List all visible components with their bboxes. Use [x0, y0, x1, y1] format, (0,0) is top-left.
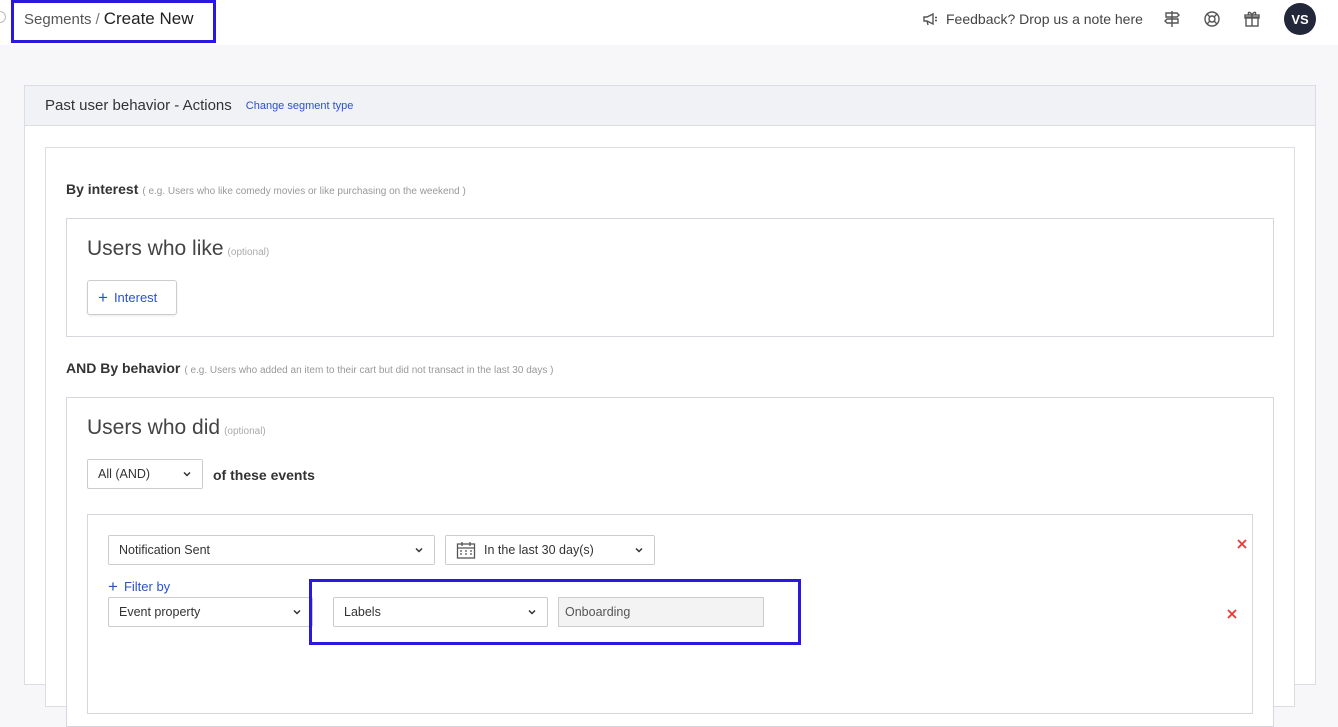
event-name-value: Notification Sent — [119, 543, 211, 557]
gift-icon[interactable] — [1243, 10, 1261, 28]
behavior-section-label: AND By behavior( e.g. Users who added an… — [66, 360, 553, 376]
time-range-select[interactable]: In the last 30 day(s) — [445, 535, 655, 565]
interest-label: By interest — [66, 181, 139, 197]
remove-filter-icon[interactable] — [1226, 608, 1238, 620]
optional-label: (optional) — [227, 247, 270, 258]
breadcrumb: Segments / Create New — [24, 9, 193, 29]
plus-icon: + — [98, 288, 108, 307]
optional-label: (optional) — [224, 426, 266, 437]
segment-type-title: Past user behavior - Actions — [45, 97, 232, 114]
breadcrumb-separator: / — [95, 11, 100, 28]
time-range-value: In the last 30 day(s) — [484, 543, 594, 557]
collapse-handle-icon[interactable] — [0, 11, 6, 23]
chevron-down-icon — [183, 471, 191, 477]
calendar-icon — [456, 542, 476, 559]
users-who-did-box: Users who did (optional) All (AND) of the… — [66, 397, 1274, 727]
behavior-hint: ( e.g. Users who added an item to their … — [184, 365, 554, 376]
chevron-down-icon — [415, 547, 423, 553]
add-interest-label: Interest — [113, 290, 158, 305]
event-condition-box: Notification Sent In the last 30 day(s) … — [87, 514, 1253, 714]
match-mode-select[interactable]: All (AND) — [87, 459, 203, 489]
interest-hint: ( e.g. Users who like comedy movies or l… — [142, 186, 466, 197]
plus-icon: + — [108, 577, 118, 596]
users-who-like-title: Users who like (optional) — [87, 237, 269, 261]
segment-builder: By interest( e.g. Users who like comedy … — [45, 147, 1295, 727]
filter-type-select[interactable]: Event property — [108, 597, 313, 627]
users-who-did-title: Users who did (optional) — [87, 416, 266, 440]
change-segment-type-link[interactable]: Change segment type — [246, 100, 354, 112]
event-property-value: Labels — [344, 605, 381, 619]
top-bar: Segments / Create New Feedback? Drop us a … — [0, 0, 1338, 45]
interest-section-label: By interest( e.g. Users who like comedy … — [66, 181, 466, 197]
event-property-select[interactable]: Labels — [333, 597, 548, 627]
filter-by-label: Filter by — [123, 579, 171, 594]
chevron-down-icon — [635, 547, 643, 553]
feedback-label: Feedback? Drop us a note here — [946, 11, 1143, 27]
card-header: Past user behavior - Actions Change segm… — [25, 86, 1315, 126]
add-interest-button[interactable]: + Interest — [87, 280, 177, 315]
avatar[interactable]: VS — [1284, 3, 1316, 35]
remove-event-icon[interactable] — [1236, 538, 1248, 550]
page-title: Create New — [103, 9, 194, 28]
chevron-down-icon — [293, 609, 301, 615]
event-name-select[interactable]: Notification Sent — [108, 535, 435, 565]
add-filter-by-button[interactable]: + Filter by — [108, 578, 170, 595]
match-mode-suffix: of these events — [213, 467, 315, 483]
segment-card: Past user behavior - Actions Change segm… — [24, 85, 1316, 727]
filter-type-value: Event property — [119, 605, 201, 619]
property-value-input[interactable]: Onboarding — [558, 597, 764, 627]
megaphone-icon — [923, 12, 937, 26]
help-lifebuoy-icon[interactable] — [1203, 10, 1221, 28]
users-who-like-box: Users who like (optional) + Interest — [66, 218, 1274, 337]
users-who-like-label: Users who like — [87, 237, 224, 260]
feedback-link[interactable]: Feedback? Drop us a note here — [922, 11, 1143, 27]
behavior-label: AND By behavior — [66, 360, 181, 376]
chevron-down-icon — [528, 609, 536, 615]
users-who-did-label: Users who did — [87, 416, 221, 439]
match-mode-value: All (AND) — [98, 467, 151, 481]
signpost-icon[interactable] — [1163, 10, 1181, 28]
breadcrumb-segments-link[interactable]: Segments — [24, 11, 92, 28]
